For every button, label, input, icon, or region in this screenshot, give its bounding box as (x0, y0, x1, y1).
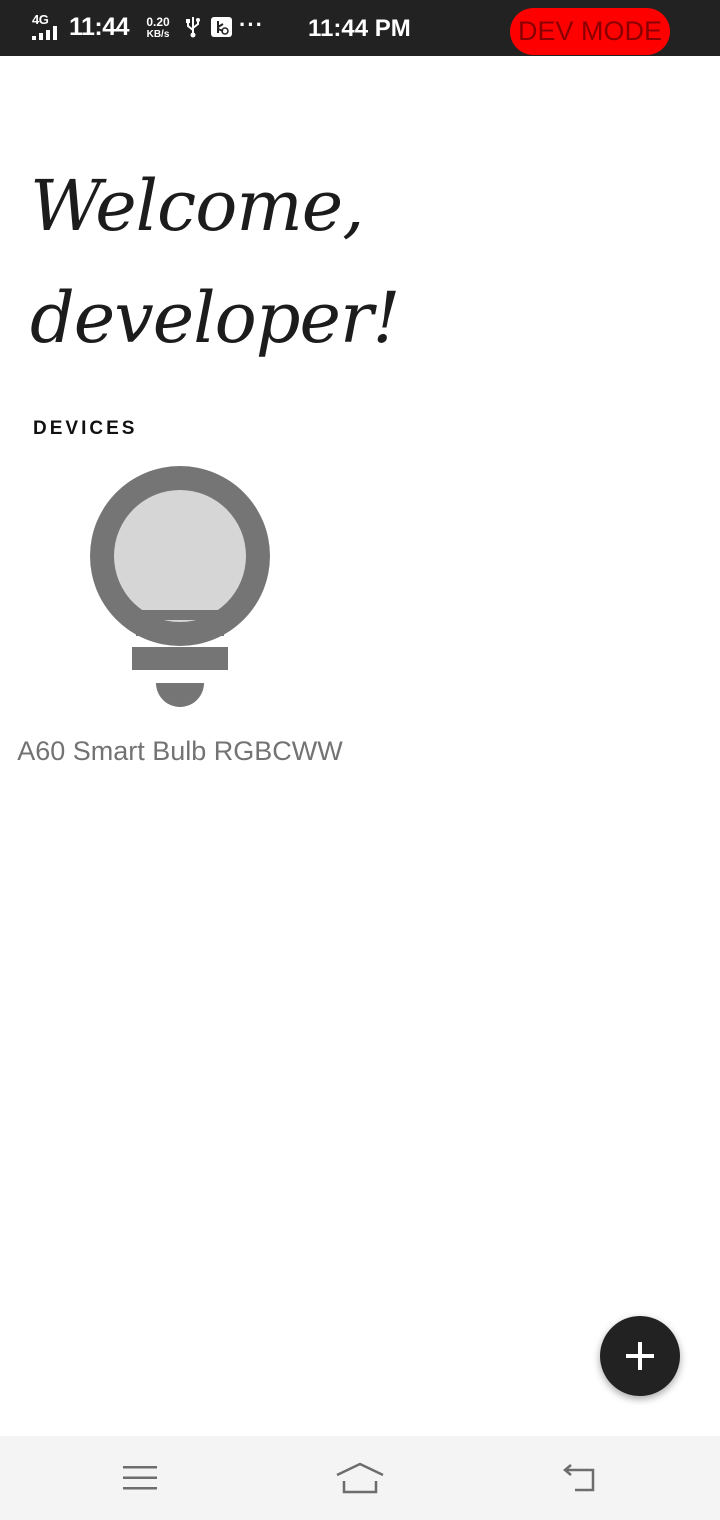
status-clock: 11:44 PM (308, 15, 411, 42)
device-name: A60 Smart Bulb RGBCWW (17, 736, 343, 766)
home-button[interactable] (330, 1456, 390, 1500)
lightbulb-icon (90, 466, 270, 707)
back-button[interactable] (549, 1456, 609, 1500)
add-device-button[interactable] (600, 1316, 680, 1396)
welcome-line-1: Welcome, (30, 165, 364, 247)
usb-icon (186, 17, 200, 38)
system-navigation-bar (0, 1436, 720, 1520)
network-indicator: 4G (32, 12, 62, 40)
network-speed-unit: KB/s (146, 29, 170, 40)
status-bar: 4G 11:44 0.20 KB/s ··· 11:44 PM DEV MODE (0, 0, 720, 56)
more-notifications-icon: ··· (239, 12, 264, 37)
device-card[interactable]: A60 Smart Bulb RGBCWW (10, 460, 350, 780)
menu-icon (123, 1466, 157, 1490)
network-type: 4G (32, 12, 49, 27)
status-time: 11:44 (69, 13, 130, 41)
welcome-line-2: developer! (30, 277, 401, 359)
network-speed-value: 0.20 (146, 15, 170, 29)
plus-icon (626, 1342, 654, 1370)
home-icon (336, 1462, 384, 1494)
menu-button[interactable] (110, 1456, 170, 1500)
back-icon (563, 1464, 595, 1492)
network-speed: 0.20 KB/s (142, 15, 174, 40)
dev-mode-badge[interactable]: DEV MODE (510, 8, 670, 55)
welcome-heading: Welcome, developer! (30, 150, 450, 374)
app-notification-icon (211, 17, 232, 37)
devices-section-title: DEVICES (33, 418, 138, 439)
signal-icon (32, 26, 57, 40)
